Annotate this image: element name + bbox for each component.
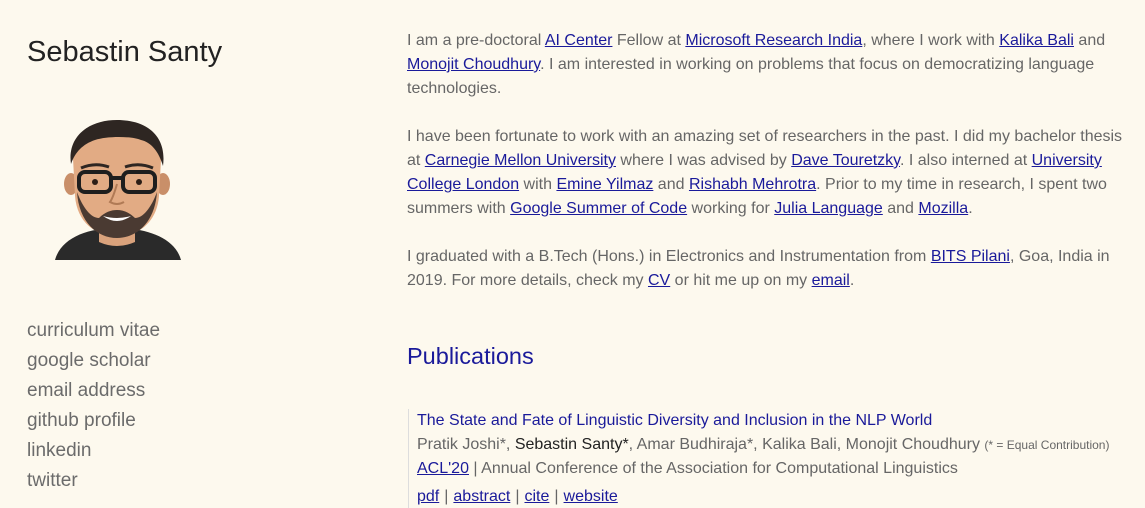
nav-twitter[interactable]: twitter (27, 466, 160, 496)
publication-entry: The State and Fate of Linguistic Diversi… (408, 409, 1145, 508)
intro-paragraph-3: I graduated with a B.Tech (Hons.) in Ele… (407, 248, 1110, 289)
link-carnegie-mellon[interactable]: Carnegie Mellon University (425, 152, 616, 169)
author-self: Sebastin Santy* (514, 436, 629, 453)
main-content: I am a pre-doctoral AI Center Fellow at … (407, 29, 1139, 508)
publication-title[interactable]: The State and Fate of Linguistic Diversi… (417, 409, 1145, 433)
equal-contribution-note: (* = Equal Contribution) (984, 438, 1110, 452)
link-mozilla[interactable]: Mozilla (918, 200, 968, 217)
link-microsoft-research-india[interactable]: Microsoft Research India (685, 32, 862, 49)
link-kalika-bali[interactable]: Kalika Bali (999, 32, 1074, 49)
link-pdf[interactable]: pdf (417, 488, 439, 505)
link-abstract[interactable]: abstract (453, 488, 510, 505)
site-title[interactable]: Sebastin Santy (27, 36, 222, 69)
link-monojit-choudhury[interactable]: Monojit Choudhury (407, 56, 540, 73)
link-website[interactable]: website (564, 488, 618, 505)
publication-authors: Pratik Joshi*, Sebastin Santy*, Amar Bud… (417, 436, 1110, 453)
link-google-summer-of-code[interactable]: Google Summer of Code (510, 200, 687, 217)
avatar-cartoon-portrait (55, 120, 181, 260)
publication-links: pdf | abstract | cite | website (417, 488, 618, 505)
publications-heading: Publications (407, 343, 534, 369)
nav-google-scholar[interactable]: google scholar (27, 346, 160, 376)
nav-github-profile[interactable]: github profile (27, 406, 160, 436)
link-cite[interactable]: cite (524, 488, 549, 505)
publication-venue: ACL'20 | Annual Conference of the Associ… (417, 460, 958, 477)
intro-paragraph-1: I am a pre-doctoral AI Center Fellow at … (407, 32, 1106, 97)
link-rishabh-mehrotra[interactable]: Rishabh Mehrotra (689, 176, 816, 193)
link-emine-yilmaz[interactable]: Emine Yilmaz (556, 176, 653, 193)
nav-email-address[interactable]: email address (27, 376, 160, 406)
nav-linkedin[interactable]: linkedin (27, 436, 160, 466)
page: Sebastin Santy curriculum vitae google s… (0, 0, 1145, 508)
link-bits-pilani[interactable]: BITS Pilani (931, 248, 1010, 265)
link-julia-language[interactable]: Julia Language (774, 200, 883, 217)
link-venue-acl20[interactable]: ACL'20 (417, 460, 469, 477)
sidebar-nav: curriculum vitae google scholar email ad… (27, 316, 160, 496)
nav-curriculum-vitae[interactable]: curriculum vitae (27, 316, 160, 346)
intro-paragraph-2: I have been fortunate to work with an am… (407, 128, 1123, 217)
link-email[interactable]: email (812, 272, 850, 289)
link-cv[interactable]: CV (648, 272, 670, 289)
link-ai-center[interactable]: AI Center (545, 32, 613, 49)
link-dave-touretzky[interactable]: Dave Touretzky (791, 152, 900, 169)
